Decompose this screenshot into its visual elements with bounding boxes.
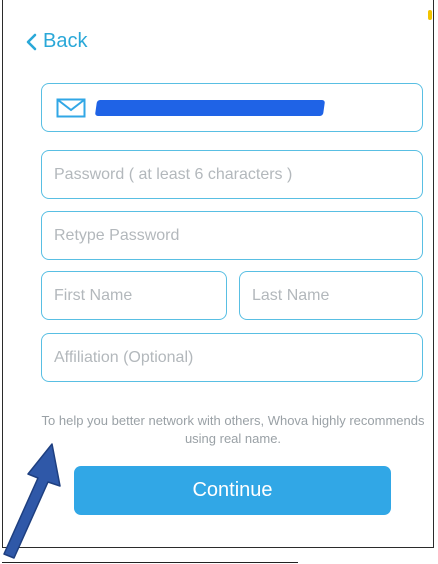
last-name-input[interactable] [240, 286, 422, 305]
back-button[interactable]: Back [25, 30, 87, 53]
email-redaction [94, 99, 326, 116]
chevron-left-icon [26, 33, 37, 50]
annotation-arrow-icon [3, 443, 61, 559]
last-name-field-container [239, 271, 423, 320]
affiliation-field-container [41, 333, 423, 382]
email-field[interactable] [41, 83, 423, 132]
real-name-hint: To help you better network with others, … [41, 413, 425, 446]
password-input[interactable] [42, 165, 422, 184]
back-label: Back [43, 30, 88, 52]
divider [2, 562, 298, 563]
affiliation-input[interactable] [42, 348, 422, 367]
retype-password-input[interactable] [42, 226, 422, 245]
retype-password-field-container [41, 211, 423, 260]
first-name-input[interactable] [42, 286, 226, 305]
password-field-container [41, 150, 423, 199]
continue-button[interactable]: Continue [74, 466, 391, 515]
mail-icon [56, 98, 86, 117]
status-indicator [428, 10, 432, 20]
first-name-field-container [41, 271, 227, 320]
